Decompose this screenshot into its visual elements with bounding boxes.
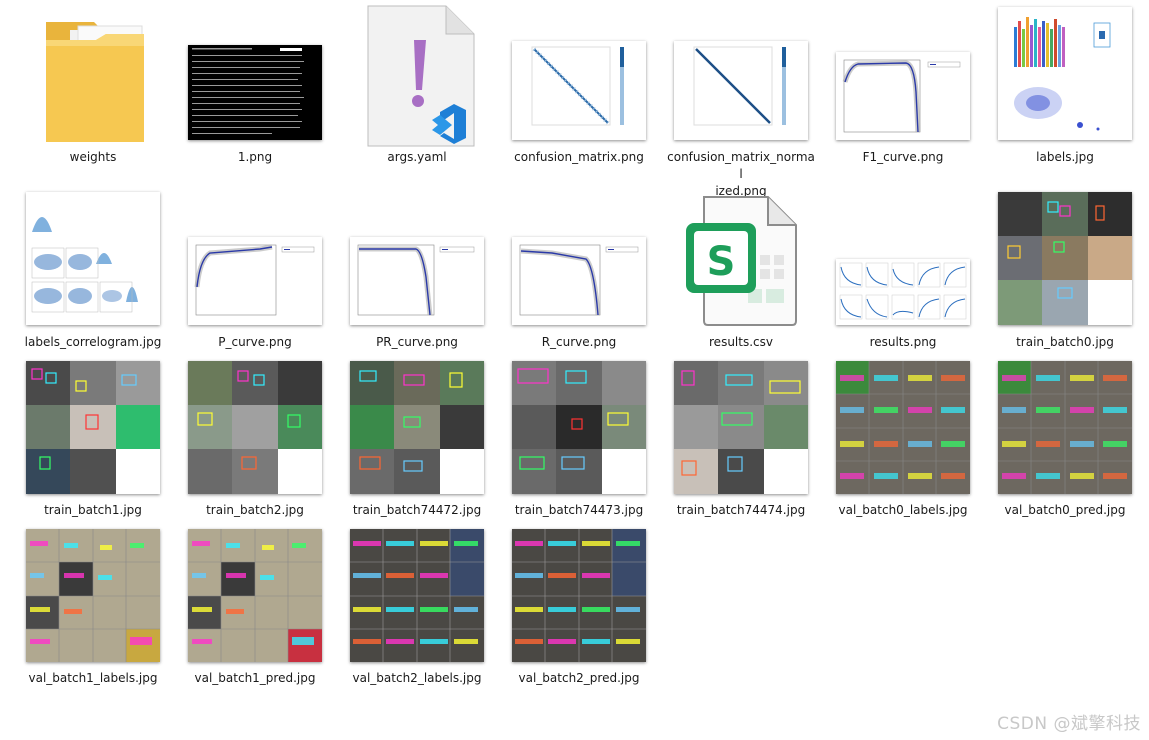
file-name: confusion_matrix.png xyxy=(514,150,644,164)
val-batch2-labels-thumbnail xyxy=(342,521,492,681)
folder-icon xyxy=(18,0,168,160)
csv-spreadsheet-icon: S xyxy=(666,185,816,345)
file-name: train_batch1.jpg xyxy=(44,503,142,517)
train-batch74474-thumbnail xyxy=(666,353,816,513)
file-name: R_curve.png xyxy=(541,335,617,349)
train-batch0-thumbnail xyxy=(990,185,1140,345)
file-name: val_batch1_labels.jpg xyxy=(28,671,158,685)
file-name: weights xyxy=(69,150,117,164)
file-name: train_batch74473.jpg xyxy=(514,503,644,517)
file-name: val_batch0_labels.jpg xyxy=(838,503,968,517)
val-batch1-labels-thumbnail xyxy=(18,521,168,681)
results-thumbnail xyxy=(828,185,978,345)
confusion-matrix-thumbnail xyxy=(504,0,654,160)
val-batch2-pred-thumbnail xyxy=(504,521,654,681)
confusion-matrix-normalized-thumbnail xyxy=(666,0,816,160)
p-curve-thumbnail xyxy=(180,185,330,345)
r-curve-thumbnail xyxy=(504,185,654,345)
val-batch1-pred-thumbnail xyxy=(180,521,330,681)
svg-text:S: S xyxy=(707,239,736,285)
file-name: P_curve.png xyxy=(218,335,292,349)
yaml-file-icon xyxy=(342,0,492,160)
file-name: labels_correlogram.jpg xyxy=(24,335,162,349)
train-batch74472-thumbnail xyxy=(342,353,492,513)
val-batch0-pred-thumbnail xyxy=(990,353,1140,513)
file-name: val_batch1_pred.jpg xyxy=(194,671,316,685)
train-batch2-thumbnail xyxy=(180,353,330,513)
file-name: results.csv xyxy=(709,335,773,349)
watermark: CSDN @斌擎科技 xyxy=(997,714,1141,734)
labels-thumbnail xyxy=(990,0,1140,160)
file-name: train_batch0.jpg xyxy=(1016,335,1114,349)
file-name: labels.jpg xyxy=(1036,150,1094,164)
file-name: train_batch74472.jpg xyxy=(352,503,482,517)
correlogram-thumbnail xyxy=(18,185,168,345)
file-name: val_batch0_pred.jpg xyxy=(1004,503,1126,517)
file-name: val_batch2_pred.jpg xyxy=(518,671,640,685)
file-name: args.yaml xyxy=(387,150,447,164)
f1-curve-thumbnail xyxy=(828,0,978,160)
train-batch74473-thumbnail xyxy=(504,353,654,513)
file-name: 1.png xyxy=(237,150,273,164)
terminal-screenshot-thumbnail xyxy=(180,0,330,160)
file-name: F1_curve.png xyxy=(862,150,944,164)
file-name: results.png xyxy=(869,335,937,349)
pr-curve-thumbnail xyxy=(342,185,492,345)
file-name: PR_curve.png xyxy=(376,335,458,349)
train-batch1-thumbnail xyxy=(18,353,168,513)
file-name: train_batch2.jpg xyxy=(206,503,304,517)
val-batch0-labels-thumbnail xyxy=(828,353,978,513)
file-name: train_batch74474.jpg xyxy=(676,503,806,517)
file-grid: weights 1.png args.yaml confusion_matrix… xyxy=(18,0,1149,700)
file-name: val_batch2_labels.jpg xyxy=(352,671,482,685)
